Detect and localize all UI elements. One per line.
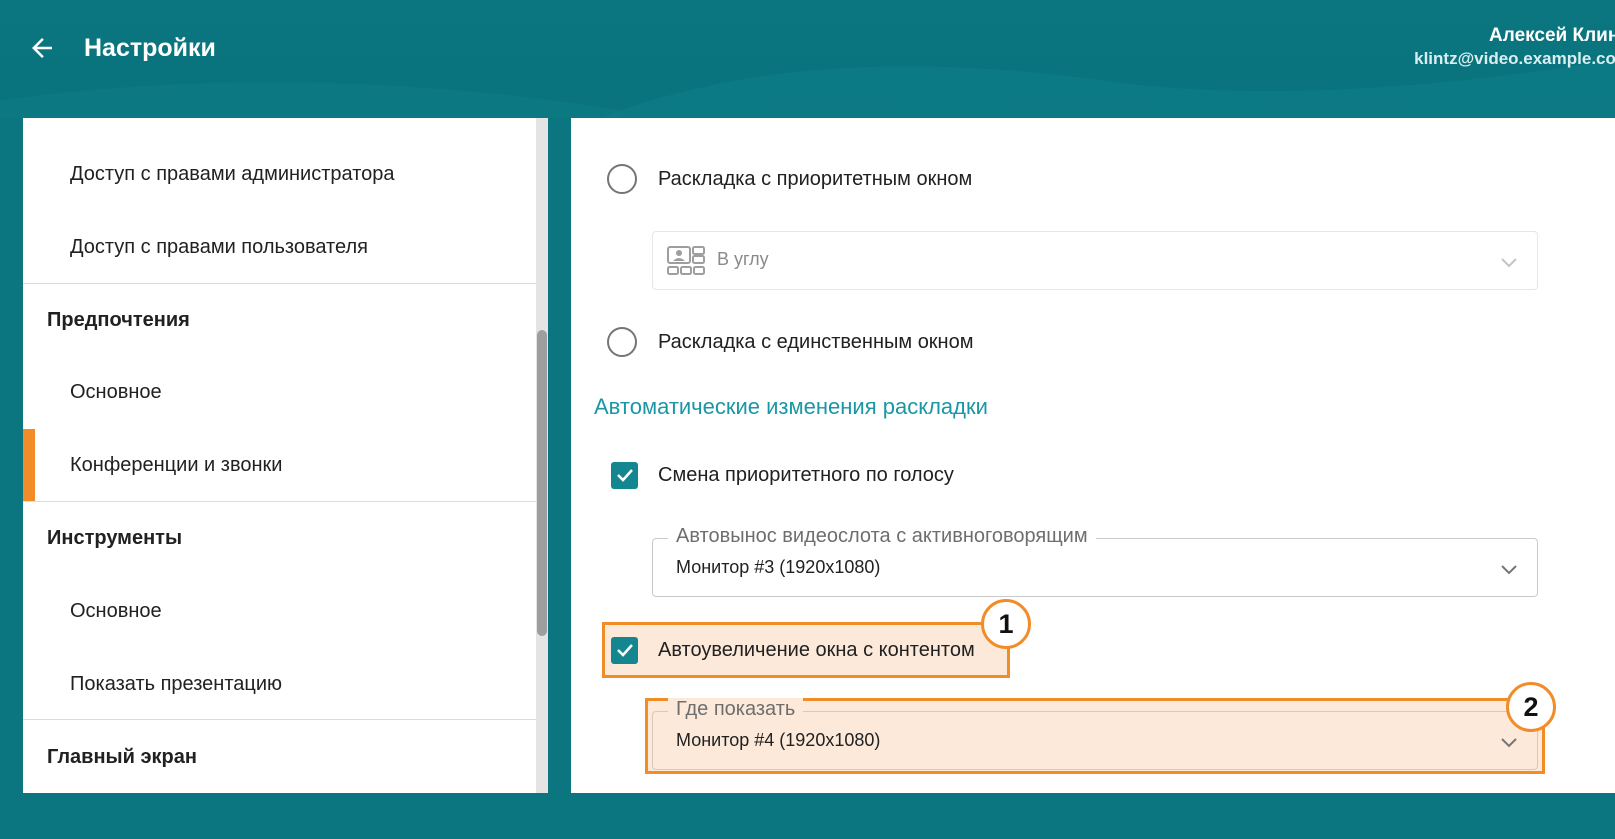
chevron-down-icon xyxy=(1501,258,1517,268)
sidebar-item-admin-access[interactable]: Доступ с правами администратора xyxy=(23,138,536,210)
check-icon xyxy=(616,469,633,482)
active-indicator xyxy=(23,429,35,501)
sidebar-item-conferences-calls[interactable]: Конференции и звонки xyxy=(23,429,536,501)
back-button[interactable] xyxy=(24,30,60,66)
sidebar-group-label: Главный экран xyxy=(47,745,197,768)
sidebar-item-user-access[interactable]: Доступ с правами пользователя xyxy=(23,211,536,283)
sidebar-divider xyxy=(23,719,536,720)
select-legend: Автовынос видеослота с активноговорящим xyxy=(668,525,1096,548)
content-monitor-select[interactable]: Где показать Монитор #4 (1920x1080) xyxy=(652,698,1538,770)
priority-position-select[interactable]: В углу xyxy=(652,231,1538,290)
user-email: klintz@video.example.com xyxy=(1414,49,1615,68)
sidebar-group-tools: Инструменты xyxy=(23,502,536,574)
sidebar-item-label: Доступ с правами пользователя xyxy=(70,235,368,258)
checkbox[interactable] xyxy=(611,461,638,489)
sidebar-item-show-presentation[interactable]: Показать презентацию xyxy=(23,648,536,720)
chevron-down-icon xyxy=(1501,738,1517,748)
app-header: Настройки Алексей Клинц klintz@video.exa… xyxy=(0,0,1615,118)
checkbox-voice-priority[interactable]: Смена приоритетного по голосу xyxy=(611,455,954,495)
sidebar-group-main-screen: Главный экран xyxy=(23,721,536,793)
select-value: Монитор #4 (1920x1080) xyxy=(676,730,881,750)
select-value: В углу xyxy=(717,249,769,269)
radio-button[interactable] xyxy=(607,164,637,194)
sidebar-item-label: Показать презентацию xyxy=(70,672,283,695)
sidebar-scrollbar[interactable] xyxy=(536,118,548,793)
sidebar-group-label: Предпочтения xyxy=(47,308,190,331)
sidebar-item-label: Основное xyxy=(70,380,162,403)
select-value: Монитор #3 (1920x1080) xyxy=(676,557,881,577)
sidebar-item-label: Конференции и звонки xyxy=(70,453,283,476)
sidebar-scrollbar-thumb[interactable] xyxy=(537,330,547,636)
checkbox-label: Смена приоритетного по голосу xyxy=(658,463,954,486)
checkbox-label: Автоувеличение окна с контентом xyxy=(658,638,975,661)
chevron-down-icon xyxy=(1501,565,1517,575)
sidebar-group-label: Инструменты xyxy=(47,526,183,549)
radio-label: Раскладка с приоритетным окном xyxy=(658,167,973,190)
radio-single-layout[interactable]: Раскладка с единственным окном xyxy=(607,322,973,362)
section-title-auto-layout: Автоматические изменения раскладки xyxy=(594,394,988,419)
header-decoration xyxy=(0,60,1615,118)
layout-corner-icon xyxy=(667,246,705,275)
radio-button[interactable] xyxy=(607,327,637,357)
sidebar-group-preferences: Предпочтения xyxy=(23,284,536,356)
annotation-badge-1: 1 xyxy=(981,599,1031,649)
sidebar-item-tools-general[interactable]: Основное xyxy=(23,575,536,647)
settings-sidebar: Доступ с правами администратора Доступ с… xyxy=(23,118,548,793)
annotation-badge-2: 2 xyxy=(1506,682,1556,732)
check-icon xyxy=(616,644,633,657)
checkbox-content-autoenlarge[interactable]: Автоувеличение окна с контентом xyxy=(611,630,975,670)
user-info: Алексей Клинц klintz@video.example.com xyxy=(1414,24,1615,70)
select-legend: Где показать xyxy=(668,698,804,721)
settings-content: Раскладка с приоритетным окном В углу Ра… xyxy=(571,118,1615,793)
active-speaker-monitor-select[interactable]: Автовынос видеослота с активноговорящим … xyxy=(652,525,1538,597)
page-title: Настройки xyxy=(84,34,216,62)
radio-label: Раскладка с единственным окном xyxy=(658,330,974,353)
radio-priority-layout[interactable]: Раскладка с приоритетным окном xyxy=(607,159,972,199)
arrow-left-icon xyxy=(32,38,52,58)
sidebar-item-label: Доступ с правами администратора xyxy=(70,162,395,185)
checkbox[interactable] xyxy=(611,636,638,664)
user-name: Алексей Клинц xyxy=(1489,25,1615,46)
sidebar-item-preferences-general[interactable]: Основное xyxy=(23,356,536,428)
sidebar-item-label: Основное xyxy=(70,599,162,622)
